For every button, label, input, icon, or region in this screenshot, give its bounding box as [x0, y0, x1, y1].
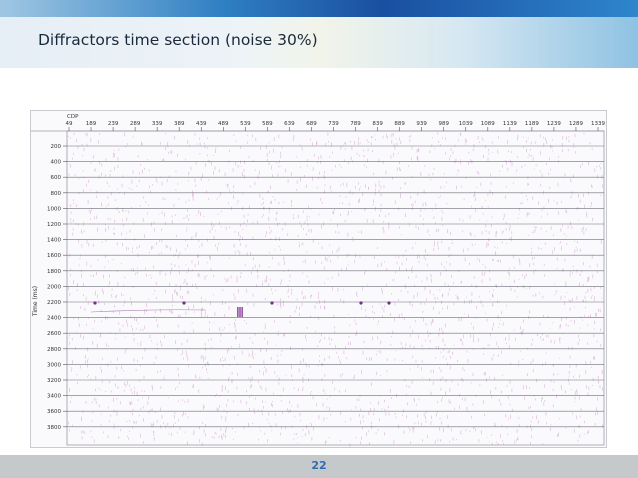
- time-tick-label: 1800: [47, 269, 61, 275]
- cdp-tick-label: 589: [262, 121, 273, 127]
- time-tick-label: 200: [51, 144, 62, 150]
- cdp-tick-label: 1289: [569, 121, 583, 127]
- seismic-section-plot: CDP49 189 239 289 339 389 439 489 539 589 639 689 73…: [31, 114, 605, 447]
- diffractor-point: [359, 301, 363, 305]
- cdp-tick-label: 989: [438, 121, 449, 127]
- diffractor-cluster-trace: [241, 307, 243, 317]
- cdp-tick-label: 49: [66, 121, 73, 127]
- cdp-tick-label: 289: [130, 121, 141, 127]
- time-tick-label: 600: [51, 175, 62, 181]
- diffractor-point: [93, 301, 97, 305]
- cdp-tick-label: 1139: [503, 121, 517, 127]
- diffractor-cluster-trace: [238, 307, 240, 317]
- cdp-tick-label: 539: [240, 121, 251, 127]
- cdp-tick-label: 839: [372, 121, 383, 127]
- cdp-tick-label: 239: [108, 121, 119, 127]
- cdp-axis: CDP49 189 239 289 339 389 439 489 539 589 639 689 73…: [66, 114, 605, 131]
- cdp-tick-label: 1089: [481, 121, 495, 127]
- cdp-tick-label: 1239: [547, 121, 561, 127]
- time-tick-label: 2600: [47, 331, 61, 337]
- cdp-tick-label: 489: [218, 121, 229, 127]
- slide-header: Diffractors time section (noise 30%): [0, 0, 638, 68]
- header-accent-bar: [0, 0, 638, 17]
- noise-traces: [68, 132, 603, 447]
- noise-layer: [68, 132, 603, 447]
- cdp-tick-label: 389: [174, 121, 185, 127]
- cdp-tick-label: 339: [152, 121, 163, 127]
- cdp-tick-label: 1339: [591, 121, 605, 127]
- cdp-axis-label: CDP: [67, 114, 79, 120]
- cdp-tick-label: 739: [328, 121, 339, 127]
- time-tick-label: 2400: [47, 316, 61, 322]
- diffractor-cluster-trace: [240, 307, 242, 317]
- cdp-tick-label: 889: [394, 121, 405, 127]
- diffractor-point: [387, 301, 391, 305]
- diffractor-events: [90, 301, 391, 317]
- time-tick-label: 1200: [47, 222, 61, 228]
- diffractor-point: [270, 301, 274, 305]
- cdp-tick-label: 1039: [459, 121, 473, 127]
- time-tick-label: 2800: [47, 347, 61, 353]
- time-tick-label: 2000: [47, 284, 61, 290]
- cdp-tick-label: 439: [196, 121, 207, 127]
- time-tick-label: 1400: [47, 238, 61, 244]
- time-tick-label: 2200: [47, 300, 61, 306]
- page-number: 22: [311, 459, 327, 472]
- cdp-tick-label: 939: [416, 121, 427, 127]
- time-tick-label: 3800: [47, 425, 61, 431]
- cdp-tick-label: 789: [350, 121, 361, 127]
- time-tick-label: 1600: [47, 253, 61, 259]
- cdp-tick-label: 639: [284, 121, 295, 127]
- time-tick-label: 3400: [47, 394, 61, 400]
- time-axis-label: Time (ms): [32, 286, 39, 317]
- cdp-tick-label: 689: [306, 121, 317, 127]
- time-tick-label: 3600: [47, 409, 61, 415]
- time-tick-label: 800: [51, 191, 62, 197]
- slide-footer: 22: [0, 455, 638, 478]
- time-axis: Time (ms) 200 400 600 800 1000 1200 1400 1600 180…: [32, 144, 67, 431]
- diffractor-cluster-trace: [237, 307, 239, 317]
- cdp-tick-label: 1189: [525, 121, 539, 127]
- time-tick-label: 3000: [47, 362, 61, 368]
- time-tick-label: 1000: [47, 206, 61, 212]
- time-tick-label: 3200: [47, 378, 61, 384]
- time-tick-label: 400: [51, 160, 62, 166]
- slide-title: Diffractors time section (noise 30%): [38, 31, 318, 49]
- cdp-tick-label: 189: [86, 121, 97, 127]
- diffractor-point: [182, 301, 186, 305]
- seismic-time-section: CDP 49 189 239 289 339 389 439 489 539 589 639 689 73…: [30, 110, 607, 448]
